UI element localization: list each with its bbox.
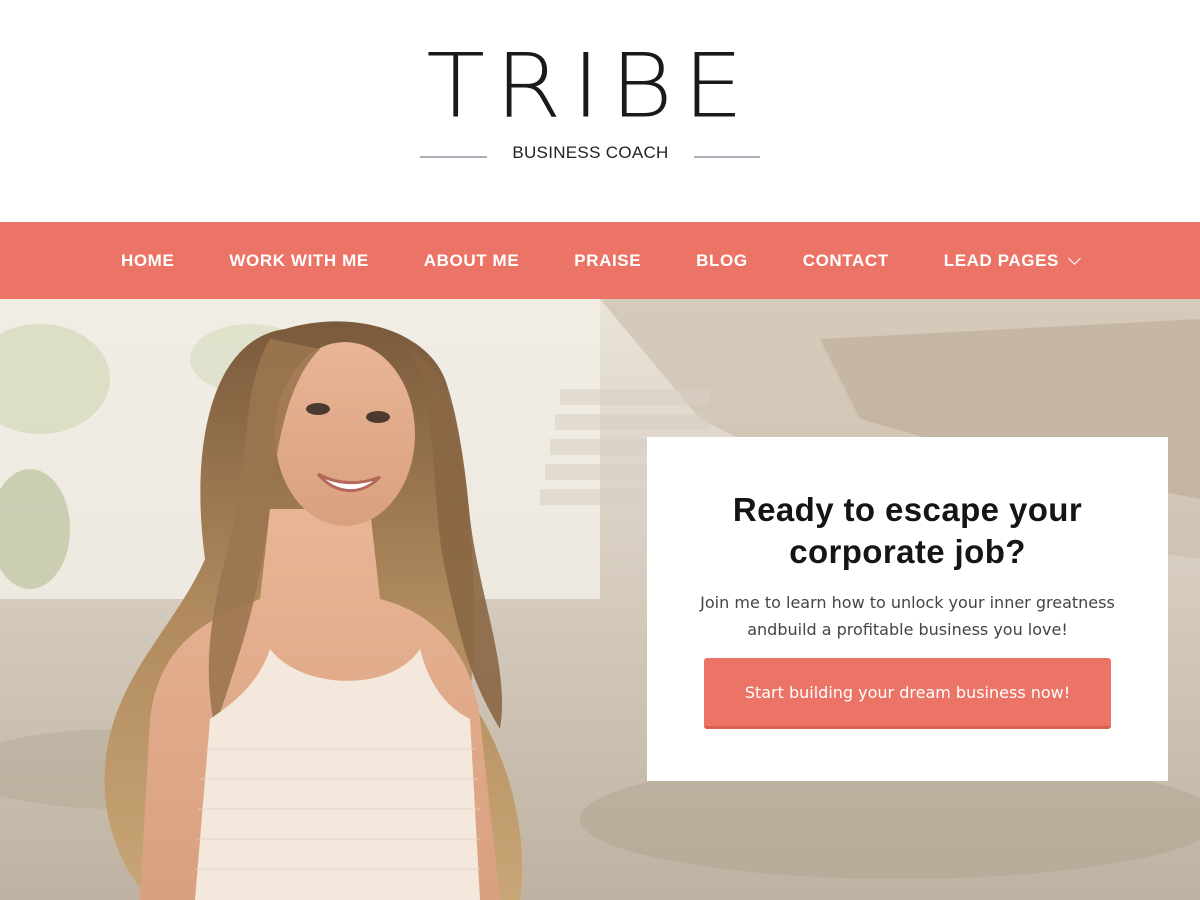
site-logo[interactable]: TRIBE BUSINESS COACH [420, 40, 760, 170]
nav-item-label: PRAISE [574, 251, 642, 270]
cta-box: Ready to escape your corporate job? Join… [647, 437, 1168, 781]
nav-list: HOME WORK WITH ME ABOUT ME PRAISE BLOG C… [0, 222, 1200, 299]
nav-item-work-with-me[interactable]: WORK WITH ME [202, 222, 396, 299]
cta-button[interactable]: Start building your dream business now! [704, 658, 1111, 729]
nav-item-lead-pages[interactable]: LEAD PAGES [916, 222, 1106, 299]
nav-item-label: ABOUT ME [423, 251, 520, 270]
nav-item-contact[interactable]: CONTACT [775, 222, 916, 299]
nav-item-label: LEAD PAGES [943, 251, 1059, 270]
nav-item-praise[interactable]: PRAISE [547, 222, 669, 299]
nav-item-label: BLOG [696, 251, 748, 270]
nav-item-label: CONTACT [802, 251, 889, 270]
logo-divider-right [694, 156, 760, 158]
main-navigation: HOME WORK WITH ME ABOUT ME PRAISE BLOG C… [0, 222, 1200, 299]
hero-section: Ready to escape your corporate job? Join… [0, 299, 1200, 900]
logo-wordmark: TRIBE [426, 34, 754, 138]
nav-item-label: WORK WITH ME [229, 251, 369, 270]
cta-title: Ready to escape your corporate job? [732, 491, 1083, 570]
nav-item-home[interactable]: HOME [93, 222, 201, 299]
chevron-down-icon [1068, 251, 1081, 265]
nav-item-blog[interactable]: BLOG [669, 222, 776, 299]
nav-item-about-me[interactable]: ABOUT ME [396, 222, 546, 299]
cta-text: Join me to learn how to unlock your inne… [700, 593, 1115, 639]
logo-divider-left [420, 156, 487, 158]
nav-item-label: HOME [120, 251, 175, 270]
site-header: TRIBE BUSINESS COACH [0, 0, 1200, 222]
logo-tagline: BUSINESS COACH [512, 143, 669, 162]
